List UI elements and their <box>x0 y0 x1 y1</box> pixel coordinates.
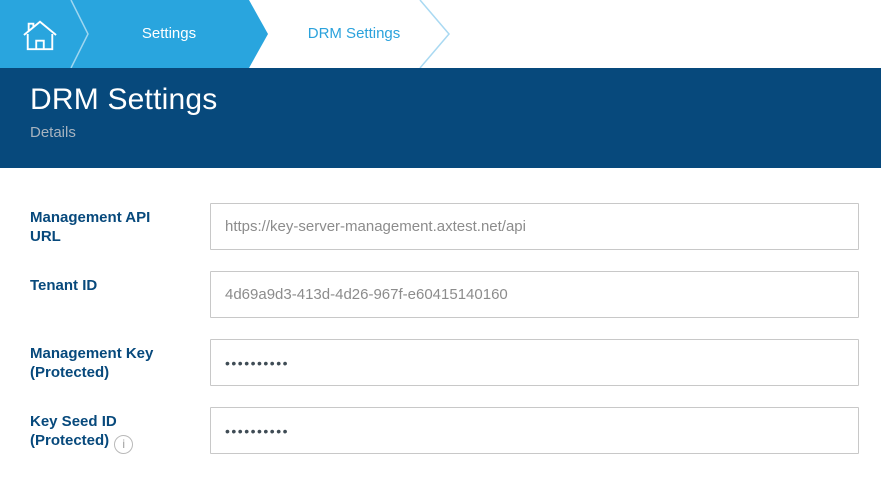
field-label-text: Key Seed ID (Protected) <box>30 413 117 449</box>
form-row-key-seed-id: Key Seed ID (Protected)i <box>30 407 881 454</box>
home-button[interactable] <box>18 16 62 54</box>
form-row-management-key: Management Key (Protected) <box>30 339 881 386</box>
page-title: DRM Settings <box>30 68 881 117</box>
info-icon[interactable]: i <box>114 435 133 454</box>
form-row-management-api-url: Management API URL <box>30 203 881 250</box>
field-label-text: Management API URL <box>30 209 150 245</box>
home-icon <box>21 18 59 52</box>
page-header: DRM Settings Details <box>0 68 881 168</box>
drm-settings-form: Management API URL Tenant ID Management … <box>0 168 881 454</box>
field-label-text: Management Key (Protected) <box>30 345 153 381</box>
management-key-label: Management Key (Protected) <box>30 339 210 386</box>
page-subtitle: Details <box>30 124 881 141</box>
tenant-id-input[interactable] <box>210 271 859 318</box>
breadcrumb-item-drm-settings[interactable]: DRM Settings <box>283 0 425 68</box>
breadcrumb: Settings DRM Settings <box>0 0 881 68</box>
key-seed-id-input[interactable] <box>210 407 859 454</box>
tenant-id-label: Tenant ID <box>30 271 210 318</box>
field-label-text: Tenant ID <box>30 277 97 294</box>
form-row-tenant-id: Tenant ID <box>30 271 881 318</box>
breadcrumb-item-settings[interactable]: Settings <box>90 0 248 68</box>
management-api-url-input[interactable] <box>210 203 859 250</box>
management-api-url-label: Management API URL <box>30 203 210 250</box>
key-seed-id-label: Key Seed ID (Protected)i <box>30 407 210 454</box>
management-key-input[interactable] <box>210 339 859 386</box>
